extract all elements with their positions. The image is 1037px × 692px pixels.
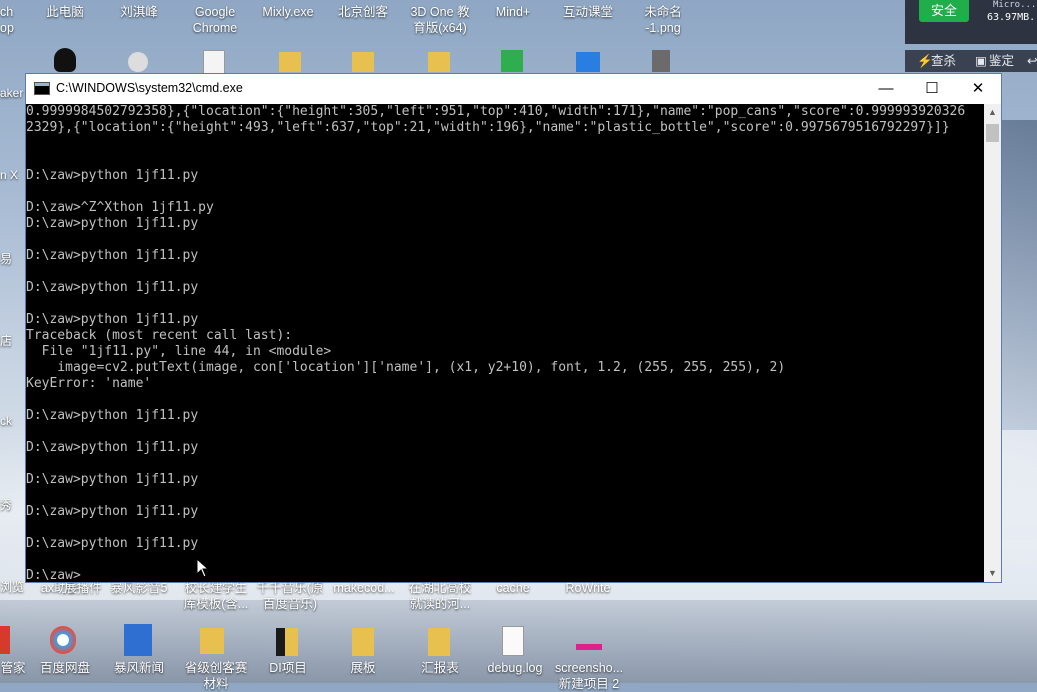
- close-button[interactable]: ✕: [955, 74, 1001, 104]
- desktop-icon-maker-contest[interactable]: 省级创客赛 材料: [178, 660, 254, 692]
- desktop-icon-partial[interactable]: ck: [0, 414, 12, 428]
- desktop-icon-mixly[interactable]: Mixly.exe: [253, 4, 323, 20]
- desktop-icon-report-table[interactable]: 汇报表: [402, 660, 478, 676]
- desktop-icon-display-board[interactable]: 展板: [328, 660, 398, 676]
- desktop-icon-interactive-class[interactable]: 互动课堂: [553, 4, 623, 20]
- console-line: File "1jf11.py", line 44, in <module>: [26, 344, 332, 359]
- desktop-icon-beijing-maker[interactable]: 北京创客: [328, 4, 398, 20]
- desktop-icon-chrome[interactable]: Google Chrome: [180, 4, 250, 36]
- desktop-icon-partial[interactable]: 秀: [0, 496, 12, 513]
- console-line: D:\zaw>python 1jf11.py: [26, 248, 199, 263]
- desktop-icon-storm-news[interactable]: 暴风新闻: [104, 660, 174, 676]
- vertical-scrollbar[interactable]: ▲ ▼: [984, 104, 1001, 582]
- folder-icon[interactable]: [352, 52, 374, 72]
- guard-icon[interactable]: ▣: [975, 50, 987, 72]
- desktop-icon-this-pc[interactable]: 此电脑: [30, 4, 100, 20]
- desktop-icon-label[interactable]: 千千音乐(原 百度音乐): [253, 580, 327, 612]
- text-file-icon[interactable]: [502, 626, 524, 656]
- desktop-icon-di-project[interactable]: DI项目: [253, 660, 323, 676]
- console-line: D:\zaw>python 1jf11.py: [26, 280, 199, 295]
- console-line: D:\zaw>python 1jf11.py: [26, 408, 199, 423]
- baidu-netdisk-icon[interactable]: [50, 626, 76, 654]
- console-line: D:\zaw>^Z^Xthon 1jf11.py: [26, 200, 214, 215]
- console-line: D:\zaw>python 1jf11.py: [26, 472, 199, 487]
- desktop-icon-label[interactable]: 校长建学生 库模板(含...: [178, 580, 254, 612]
- desktop-icon-label[interactable]: 在湖北高校 就读的河...: [402, 580, 478, 612]
- memory-label: Micro...: [993, 0, 1037, 10]
- kill-button[interactable]: 查杀: [931, 50, 956, 72]
- qq-icon[interactable]: [54, 48, 76, 72]
- desktop-icon-screenshot[interactable]: screensho... 新建项目 2: [549, 660, 629, 692]
- desktop-icon-untitled-png[interactable]: 未命名 -1.png: [628, 4, 698, 36]
- image-file-icon[interactable]: [652, 50, 670, 72]
- maximize-button[interactable]: ☐: [909, 74, 955, 104]
- console-line: KeyError: 'name': [26, 376, 152, 391]
- mouse-pointer-icon: [196, 558, 210, 578]
- back-arrow-icon[interactable]: ↩: [1027, 50, 1037, 72]
- desktop-icon-partial[interactable]: 易: [0, 250, 12, 267]
- console-output[interactable]: 0.9999984502792358},{"location":{"height…: [26, 104, 984, 582]
- console-icon[interactable]: [34, 82, 50, 95]
- console-line: D:\zaw>python 1jf11.py: [26, 536, 199, 551]
- user-icon[interactable]: [128, 52, 148, 72]
- news-icon[interactable]: [124, 624, 152, 656]
- console-line: image=cv2.putText(image, con['location']…: [26, 360, 786, 375]
- console-line: D:\zaw>python 1jf11.py: [26, 440, 199, 455]
- desktop-icon-user-folder[interactable]: 刘淇峰: [104, 4, 174, 20]
- desktop-icon-partial[interactable]: aker: [0, 86, 23, 100]
- console-line: D:\zaw>python 1jf11.py: [26, 216, 199, 231]
- folder-icon[interactable]: [276, 628, 298, 656]
- console-line: D:\zaw>python 1jf11.py: [26, 312, 199, 327]
- console-line: 0.9999984502792358},{"location":{"height…: [26, 104, 966, 119]
- safe-badge[interactable]: 安全: [919, 0, 969, 22]
- folder-icon[interactable]: [352, 628, 374, 656]
- desktop-icon-baidu-netdisk[interactable]: 百度网盘: [30, 660, 100, 676]
- scroll-down-icon[interactable]: ▼: [984, 565, 1001, 582]
- spreadsheet-icon[interactable]: [501, 50, 523, 72]
- app-red-icon[interactable]: [0, 626, 10, 654]
- folder-icon[interactable]: [428, 52, 450, 72]
- desktop-icon-partial[interactable]: n X: [0, 168, 18, 182]
- image-file-icon[interactable]: [576, 644, 602, 650]
- console-line: 2329},{"location":{"height":493,"left":6…: [26, 120, 950, 135]
- folder-icon[interactable]: [428, 628, 450, 656]
- title-bar[interactable]: C:\WINDOWS\system32\cmd.exe — ☐ ✕: [26, 74, 1001, 104]
- desktop-icon-label[interactable]: ch op: [0, 4, 18, 36]
- memory-value: 63.97MB...: [987, 12, 1037, 23]
- desktop-icon-debug-log[interactable]: debug.log: [478, 660, 552, 676]
- security-toolbar: ⚡ 查杀 ▣ 鉴定 ↩: [905, 50, 1037, 72]
- desktop-icon-housekeeper[interactable]: 管家: [0, 660, 26, 676]
- document-icon[interactable]: [203, 50, 225, 74]
- desktop-icon-3d-one[interactable]: 3D One 教 育版(x64): [402, 4, 478, 36]
- guard-button[interactable]: 鉴定: [989, 50, 1014, 72]
- window-title: C:\WINDOWS\system32\cmd.exe: [56, 81, 243, 95]
- scroll-thumb[interactable]: [986, 124, 999, 142]
- desktop-icon-partial[interactable]: 店: [0, 332, 12, 349]
- folder-shortcut-icon[interactable]: [200, 628, 224, 654]
- minimize-button[interactable]: —: [863, 74, 909, 104]
- desktop-icon-partial[interactable]: 浏览: [0, 578, 24, 595]
- console-line: D:\zaw>python 1jf11.py: [26, 504, 199, 519]
- console-line: D:\zaw>: [26, 568, 81, 582]
- console-line: Traceback (most recent call last):: [26, 328, 293, 343]
- console-line: D:\zaw>python 1jf11.py: [26, 168, 199, 183]
- cmd-window[interactable]: C:\WINDOWS\system32\cmd.exe — ☐ ✕ 0.9999…: [25, 73, 1002, 583]
- scroll-up-icon[interactable]: ▲: [984, 104, 1001, 121]
- security-widget[interactable]: 安全 Micro... 63.97MB...: [905, 0, 1037, 44]
- desktop-icon-mind-plus[interactable]: Mind+: [478, 4, 548, 20]
- folder-icon[interactable]: [279, 52, 301, 72]
- app-icon[interactable]: [576, 52, 600, 72]
